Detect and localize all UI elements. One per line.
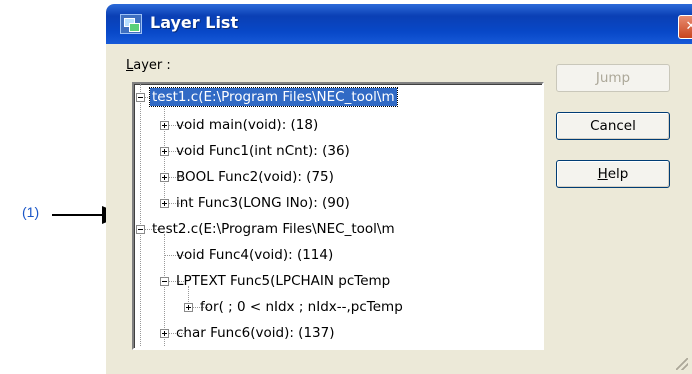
expand-icon[interactable] <box>160 329 169 338</box>
jump-button[interactable]: Jump <box>556 64 670 92</box>
callout-arrow-line <box>52 214 104 216</box>
tree-node-file[interactable]: test2.c(E:\Program Files\NEC_tool\m <box>150 220 397 238</box>
expand-icon[interactable] <box>184 303 193 312</box>
tree-node-file[interactable]: test1.c(E:\Program Files\NEC_tool\m <box>149 87 398 107</box>
layer-list-dialog: Layer List ✕ Layer : test1.c(E:\Program … <box>106 4 692 374</box>
expand-icon[interactable] <box>160 121 169 130</box>
resize-grip-icon[interactable] <box>676 358 688 370</box>
expand-icon[interactable] <box>160 199 169 208</box>
tree-node-loop[interactable]: for( ; 0 < nIdx ; nIdx--,pcTemp <box>198 298 405 316</box>
collapse-icon[interactable] <box>160 277 169 286</box>
tree-line <box>140 84 141 346</box>
tree-node-function[interactable]: int Func3(LONG lNo): (90) <box>174 194 352 212</box>
layer-label: Layer : <box>126 58 171 73</box>
tree-node-function[interactable]: LPTEXT Func5(LPCHAIN pcTemp <box>174 272 392 290</box>
title-bar[interactable]: Layer List ✕ <box>106 4 692 44</box>
tree-node-function[interactable]: char Func6(void): (137) <box>174 324 337 342</box>
close-icon[interactable]: ✕ <box>678 15 692 39</box>
layer-tree[interactable]: test1.c(E:\Program Files\NEC_tool\m void… <box>132 82 544 350</box>
tree-node-function[interactable]: void main(void): (18) <box>174 116 320 134</box>
collapse-icon[interactable] <box>136 225 145 234</box>
tree-node-function[interactable]: void Func4(void): (114) <box>174 246 335 264</box>
help-button[interactable]: Help <box>556 160 670 188</box>
help-mnemonic: H <box>597 166 608 182</box>
callout-label: (1) <box>22 204 40 220</box>
window-title: Layer List <box>150 13 239 32</box>
app-icon <box>120 14 142 34</box>
collapse-icon[interactable] <box>136 93 145 102</box>
cancel-button[interactable]: Cancel <box>556 112 670 140</box>
expand-icon[interactable] <box>160 173 169 182</box>
layer-label-text: ayer : <box>133 58 171 73</box>
tree-node-function[interactable]: BOOL Func2(void): (75) <box>174 168 336 186</box>
tree-node-function[interactable]: void Func1(int nCnt): (36) <box>174 142 352 160</box>
expand-icon[interactable] <box>160 147 169 156</box>
help-label: elp <box>607 166 629 182</box>
